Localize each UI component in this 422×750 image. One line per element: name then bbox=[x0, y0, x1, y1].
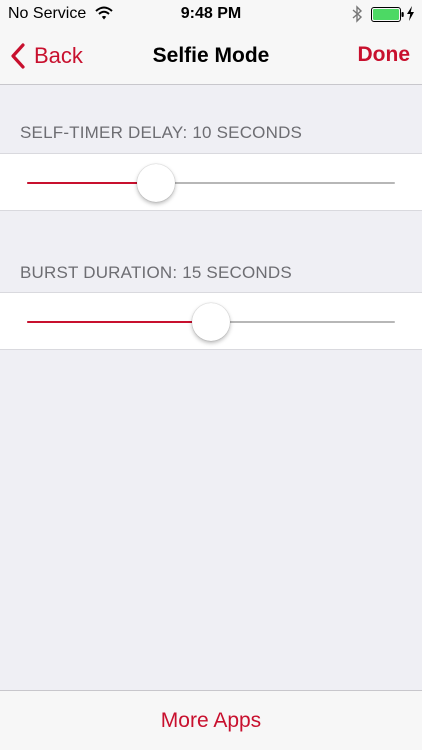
burst-duration-slider[interactable] bbox=[27, 303, 395, 341]
self-timer-delay-cell bbox=[0, 153, 422, 211]
battery-icon bbox=[371, 7, 404, 22]
bottom-toolbar: More Apps bbox=[0, 690, 422, 750]
charging-icon bbox=[407, 6, 414, 21]
self-timer-delay-header: SELF-TIMER DELAY: 10 SECONDS bbox=[20, 123, 303, 142]
slider-thumb[interactable] bbox=[136, 164, 175, 202]
selfie-mode-screen: No Service 9:48 PM Back Selfie Mode Done bbox=[0, 0, 422, 750]
bluetooth-icon bbox=[352, 5, 363, 23]
self-timer-delay-slider[interactable] bbox=[27, 164, 395, 202]
burst-duration-cell bbox=[0, 292, 422, 350]
burst-duration-header: BURST DURATION: 15 SECONDS bbox=[20, 263, 292, 282]
done-button[interactable]: Done bbox=[358, 43, 411, 67]
status-bar: No Service 9:48 PM bbox=[0, 0, 422, 28]
slider-thumb[interactable] bbox=[192, 303, 230, 341]
more-apps-button[interactable]: More Apps bbox=[0, 709, 422, 733]
navigation-bar: Back Selfie Mode Done bbox=[0, 28, 422, 85]
slider-fill bbox=[27, 321, 211, 323]
